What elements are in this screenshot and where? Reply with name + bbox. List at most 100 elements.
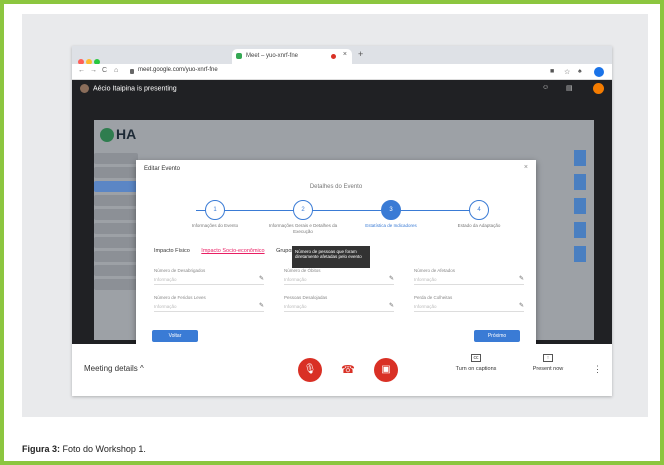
sidebar-item[interactable]: [94, 167, 138, 178]
caption-prefix: Figura 3:: [22, 444, 61, 454]
sidebar-item[interactable]: [94, 237, 138, 248]
chat-icon[interactable]: ▤: [566, 84, 573, 92]
logo-text: HA: [116, 126, 137, 142]
sidebar-item[interactable]: [94, 195, 138, 206]
step-2[interactable]: 2 Informações Gerais e Detalhes da Execu…: [268, 200, 338, 235]
sidebar-item[interactable]: [94, 209, 138, 220]
close-tab-icon[interactable]: ×: [343, 51, 347, 58]
field-feridos-leves: Número de Feridos Leves Informação ✎: [154, 295, 264, 312]
field-placeholder: Informação: [414, 277, 437, 282]
tab-title: Meet – yuo-xnrf-fne: [246, 53, 299, 59]
back-icon[interactable]: ←: [78, 67, 85, 74]
meet-controls-bar: Meeting details ^ 🎙 ☎ ▣ cc Turn on captio…: [72, 344, 612, 396]
browser-tab-bar: Meet – yuo-xnrf-fne × +: [72, 46, 612, 65]
stepper: 1 Informações do Evento 2 Informações Ge…: [180, 200, 500, 240]
action-button[interactable]: [574, 198, 586, 214]
field-colheitas: Perda de Colheitas Informação ✎: [414, 295, 524, 312]
present-now-button[interactable]: ↑ Present now: [518, 354, 578, 372]
forward-icon[interactable]: →: [90, 67, 97, 74]
url-text: meet.google.com/yuo-xnrf-fne: [138, 67, 218, 73]
presenter-text: Aécio Itaipina is presenting: [93, 85, 177, 93]
field-input[interactable]: Informação ✎: [414, 273, 524, 285]
figure-frame: Meet – yuo-xnrf-fne × + ← → C ⌂ meet.goo…: [0, 0, 664, 465]
action-button[interactable]: [574, 150, 586, 166]
tab-impacto-socioeconomico[interactable]: Impacto Socio-econômico: [201, 248, 264, 254]
edit-pencil-icon[interactable]: ✎: [389, 302, 394, 309]
action-button[interactable]: [574, 174, 586, 190]
camera-off-button[interactable]: ▣: [374, 358, 398, 382]
presenter-avatar: [80, 84, 89, 93]
field-desabrigados: Número de Desabrigados Informação ✎: [154, 268, 264, 285]
captions-label: Turn on captions: [455, 366, 497, 372]
extension-icon[interactable]: ♠: [578, 68, 582, 75]
step-label: Estatística de Indicadores: [365, 223, 417, 228]
lock-icon: [130, 69, 134, 74]
field-placeholder: Informação: [154, 277, 177, 282]
figure-caption: Figura 3: Foto do Workshop 1.: [22, 444, 146, 454]
step-number: 2: [293, 200, 313, 220]
end-call-button[interactable]: ☎: [336, 358, 360, 382]
reload-icon[interactable]: C: [102, 67, 107, 74]
sidebar-item[interactable]: [94, 251, 138, 262]
field-input[interactable]: Informação ✎: [154, 273, 264, 285]
present-icon: ↑: [543, 354, 553, 362]
table-action-buttons: [574, 150, 586, 270]
close-icon[interactable]: ×: [524, 164, 528, 171]
edit-pencil-icon[interactable]: ✎: [389, 275, 394, 282]
back-button[interactable]: Voltar: [152, 330, 198, 342]
bookmark-icon[interactable]: ☆: [564, 68, 570, 76]
edit-pencil-icon[interactable]: ✎: [519, 302, 524, 309]
sidebar-item[interactable]: [94, 265, 138, 276]
field-input[interactable]: Informação ✎: [284, 273, 394, 285]
people-icon[interactable]: ☺: [542, 84, 549, 91]
field-input[interactable]: Informação ✎: [414, 300, 524, 312]
presenter-banner: Aécio Itaipina is presenting: [80, 84, 177, 93]
edit-pencil-icon[interactable]: ✎: [259, 275, 264, 282]
edit-pencil-icon[interactable]: ✎: [259, 302, 264, 309]
logo-gear-icon: [100, 128, 114, 143]
profile-avatar[interactable]: [594, 67, 604, 77]
field-afetados: Número de Afetados Informação ✎: [414, 268, 524, 285]
step-4[interactable]: 4 Estado da Adaptação: [444, 200, 514, 229]
tab-impacto-fisico[interactable]: Impacto Físico: [154, 248, 190, 254]
self-avatar[interactable]: [593, 83, 604, 94]
present-label: Present now: [532, 366, 564, 372]
sidebar-item[interactable]: [94, 153, 138, 164]
edit-pencil-icon[interactable]: ✎: [519, 275, 524, 282]
caption-text: Foto do Workshop 1.: [62, 444, 146, 454]
step-number: 3: [381, 200, 401, 220]
modal-title: Editar Evento: [144, 166, 181, 172]
step-number: 1: [205, 200, 225, 220]
field-placeholder: Informação: [284, 304, 307, 309]
new-tab-button[interactable]: +: [358, 49, 363, 59]
field-desalojadas: Pessoas Desalojadas Informação ✎: [284, 295, 394, 312]
camera-icon[interactable]: ■: [550, 68, 554, 75]
step-3[interactable]: 3 Estatística de Indicadores: [356, 200, 426, 229]
sidebar-item-active[interactable]: [94, 181, 138, 192]
browser-tab[interactable]: Meet – yuo-xnrf-fne ×: [232, 49, 352, 64]
field-input[interactable]: Informação ✎: [284, 300, 394, 312]
photo: Meet – yuo-xnrf-fne × + ← → C ⌂ meet.goo…: [22, 14, 648, 417]
action-button[interactable]: [574, 246, 586, 262]
modal-subtitle: Detalhes do Evento: [309, 184, 363, 190]
field-input[interactable]: Informação ✎: [154, 300, 264, 312]
recording-dot-icon: [331, 54, 336, 59]
field-obitos: Número de Óbitos Informação ✎: [284, 268, 394, 285]
action-button[interactable]: [574, 222, 586, 238]
captions-button[interactable]: cc Turn on captions: [446, 354, 506, 372]
camera-off-icon: ▣: [381, 364, 391, 375]
home-icon[interactable]: ⌂: [114, 67, 118, 74]
step-1[interactable]: 1 Informações do Evento: [180, 200, 250, 229]
sidebar-item[interactable]: [94, 279, 138, 290]
meeting-details-button[interactable]: Meeting details ^: [84, 364, 144, 373]
meeting-details-label: Meeting details: [84, 364, 138, 373]
more-options-icon[interactable]: ⋮: [593, 364, 602, 375]
mic-off-button[interactable]: 🎙: [298, 358, 322, 382]
sidebar-item[interactable]: [94, 223, 138, 234]
meet-favicon-icon: [236, 53, 242, 59]
url-input[interactable]: meet.google.com/yuo-xnrf-fne: [130, 67, 530, 77]
field-placeholder: Informação: [154, 304, 177, 309]
app-logo: HA: [100, 126, 137, 143]
step-number: 4: [469, 200, 489, 220]
next-button[interactable]: Próximo: [474, 330, 520, 342]
